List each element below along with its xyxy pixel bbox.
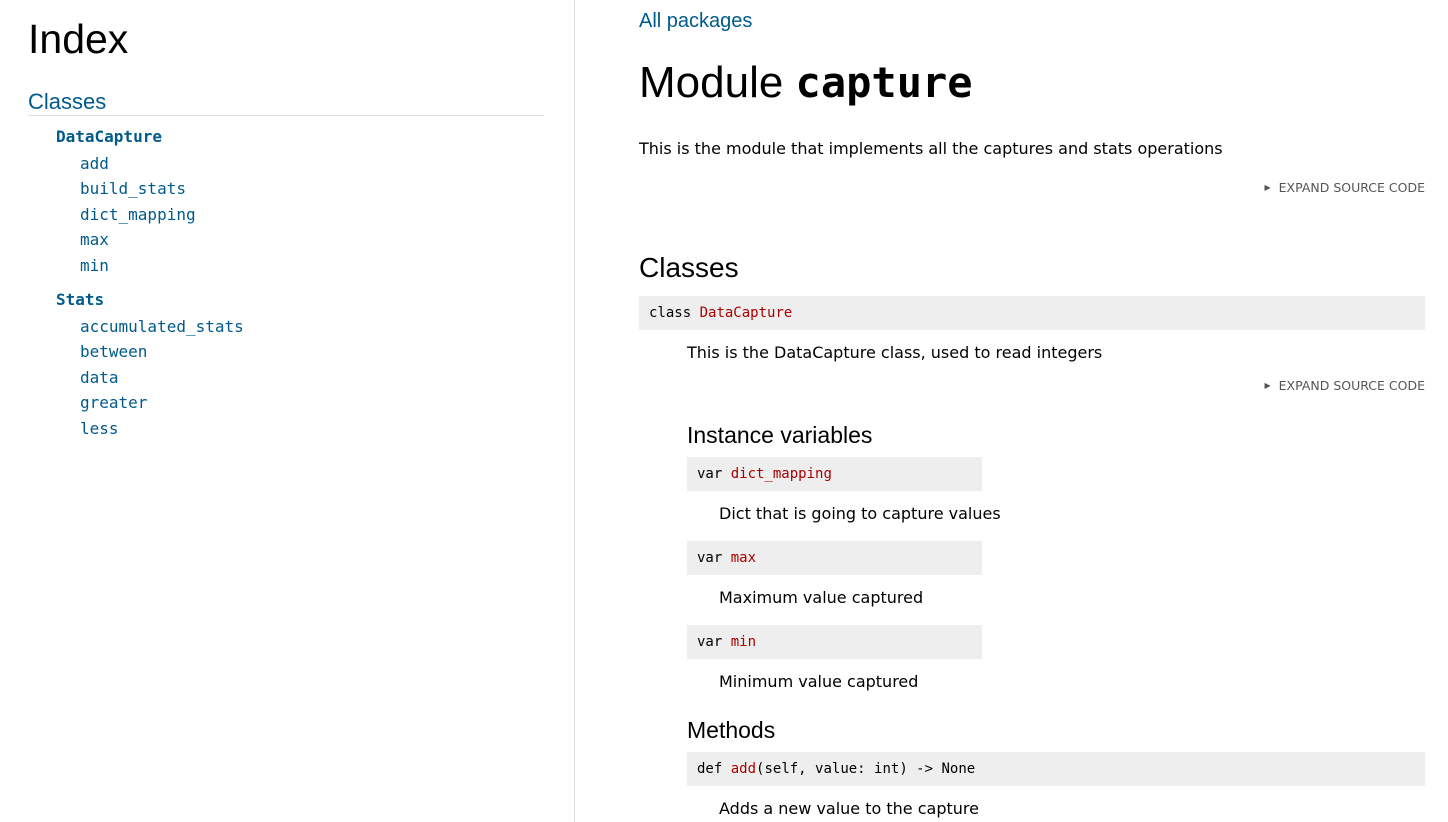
expand-source-module[interactable]: ▶ Expand source code <box>1264 180 1425 195</box>
expand-source-class[interactable]: ▶ Expand source code <box>1264 378 1425 393</box>
page-title: Module capture <box>639 58 973 108</box>
divider <box>28 115 544 116</box>
index-member-add[interactable]: add <box>80 154 109 173</box>
index-classes-link[interactable]: Classes <box>28 89 106 115</box>
class-name: DataCapture <box>699 305 793 321</box>
var-declaration: var dict_mapping <box>687 457 982 491</box>
method-declaration: def add(self, value: int) -> None <box>687 752 1425 786</box>
class-declaration: class DataCapture <box>639 296 1425 330</box>
index-member-build-stats[interactable]: build_stats <box>80 179 186 198</box>
methods-heading: Methods <box>687 717 776 743</box>
index-member-max[interactable]: max <box>80 230 109 249</box>
title-prefix: Module <box>639 58 784 107</box>
index-member-accumulated-stats[interactable]: accumulated_stats <box>80 317 244 336</box>
triangle-right-icon: ▶ <box>1264 183 1271 192</box>
instance-variables-heading: Instance variables <box>687 422 873 448</box>
classes-heading: Classes <box>639 252 739 283</box>
var-description: Maximum value captured <box>719 588 924 607</box>
sidebar: Index Classes DataCapture add build_stat… <box>0 0 575 822</box>
var-declaration: var max <box>687 541 982 575</box>
var-declaration: var min <box>687 625 982 659</box>
method-description: Adds a new value to the capture <box>719 799 979 818</box>
var-description: Minimum value captured <box>719 672 919 691</box>
class-description: This is the DataCapture class, used to r… <box>687 343 1103 362</box>
all-packages-link[interactable]: All packages <box>639 10 752 33</box>
index-class-stats[interactable]: Stats <box>56 290 104 309</box>
index-class-datacapture[interactable]: DataCapture <box>56 127 162 146</box>
index-member-greater[interactable]: greater <box>80 393 147 412</box>
index-title: Index <box>28 16 129 62</box>
module-description: This is the module that implements all t… <box>639 139 1223 158</box>
index-member-data[interactable]: data <box>80 368 119 387</box>
index-member-dict-mapping[interactable]: dict_mapping <box>80 205 196 224</box>
triangle-right-icon: ▶ <box>1264 381 1271 390</box>
index-member-between[interactable]: between <box>80 342 147 361</box>
module-name: capture <box>795 58 973 107</box>
index-member-min[interactable]: min <box>80 256 109 275</box>
var-description: Dict that is going to capture values <box>719 504 1001 523</box>
index-member-less[interactable]: less <box>80 419 119 438</box>
